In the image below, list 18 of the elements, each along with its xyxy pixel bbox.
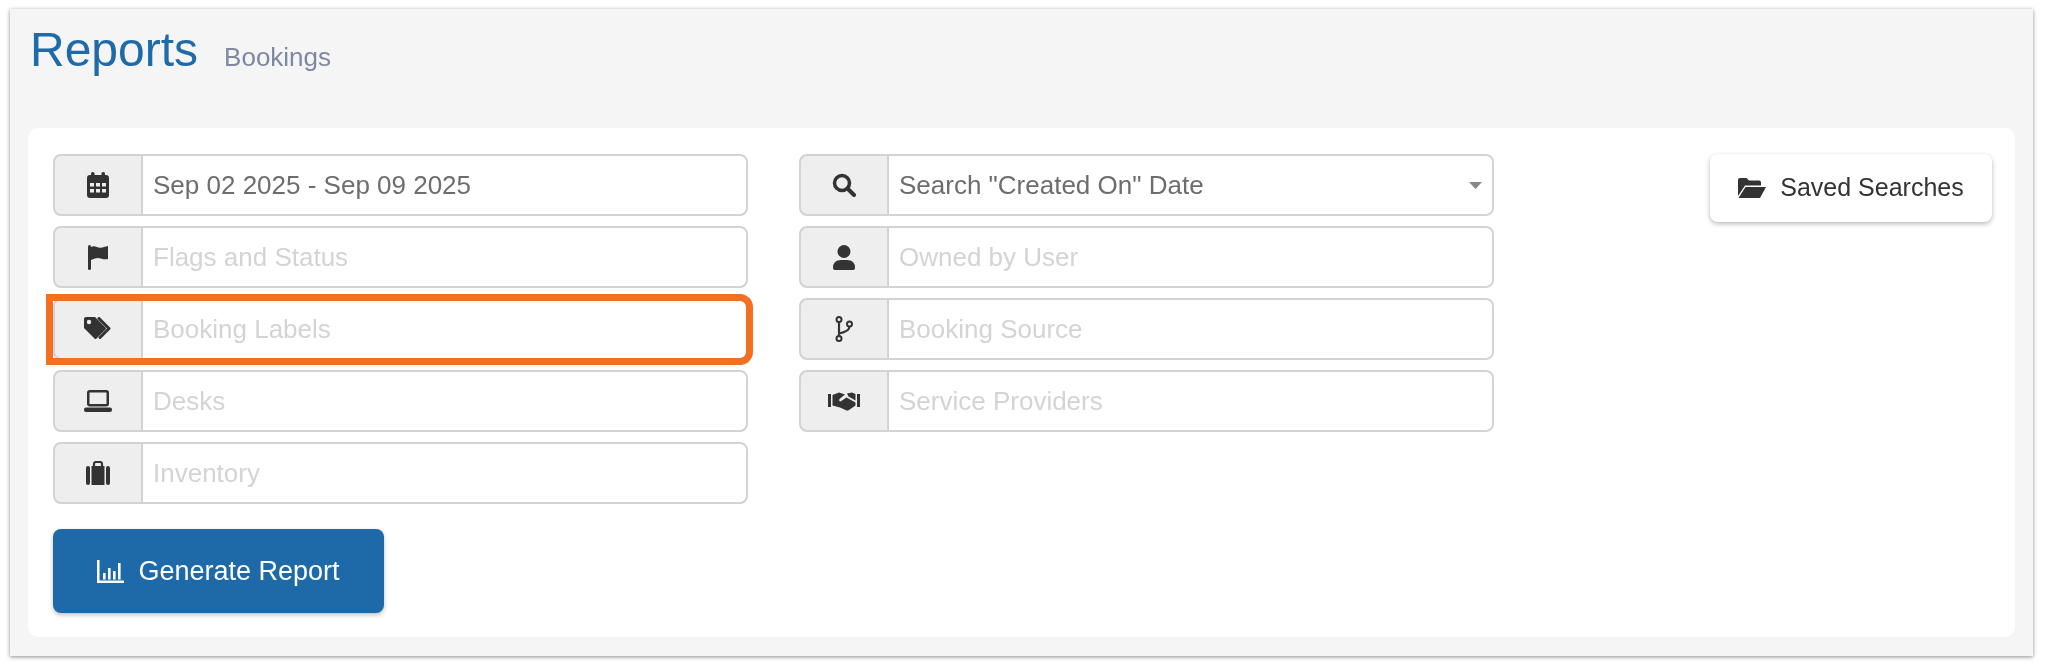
created-date-select[interactable]: Search "Created On" Date <box>888 154 1494 216</box>
laptop-icon <box>84 390 112 412</box>
suitcase-icon <box>86 461 110 485</box>
search-icon <box>832 173 856 197</box>
caret-icon <box>1469 181 1482 189</box>
page-subtitle: Bookings <box>224 44 332 70</box>
page-title: Reports <box>30 26 199 74</box>
saved-searches-button[interactable]: Saved Searches <box>1710 154 1992 222</box>
user-icon <box>833 244 855 270</box>
tags-icon <box>84 317 112 341</box>
bar-chart-icon <box>97 559 125 583</box>
calendar-icon <box>87 172 109 198</box>
folder-icon <box>1738 178 1767 198</box>
flag-icon <box>88 244 108 270</box>
branch-icon <box>835 316 853 342</box>
generate-report-button[interactable]: Generate Report <box>53 529 384 613</box>
handshake-icon <box>828 391 860 411</box>
date-range-field[interactable]: Sep 02 2025 - Sep 09 2025 <box>142 154 748 216</box>
